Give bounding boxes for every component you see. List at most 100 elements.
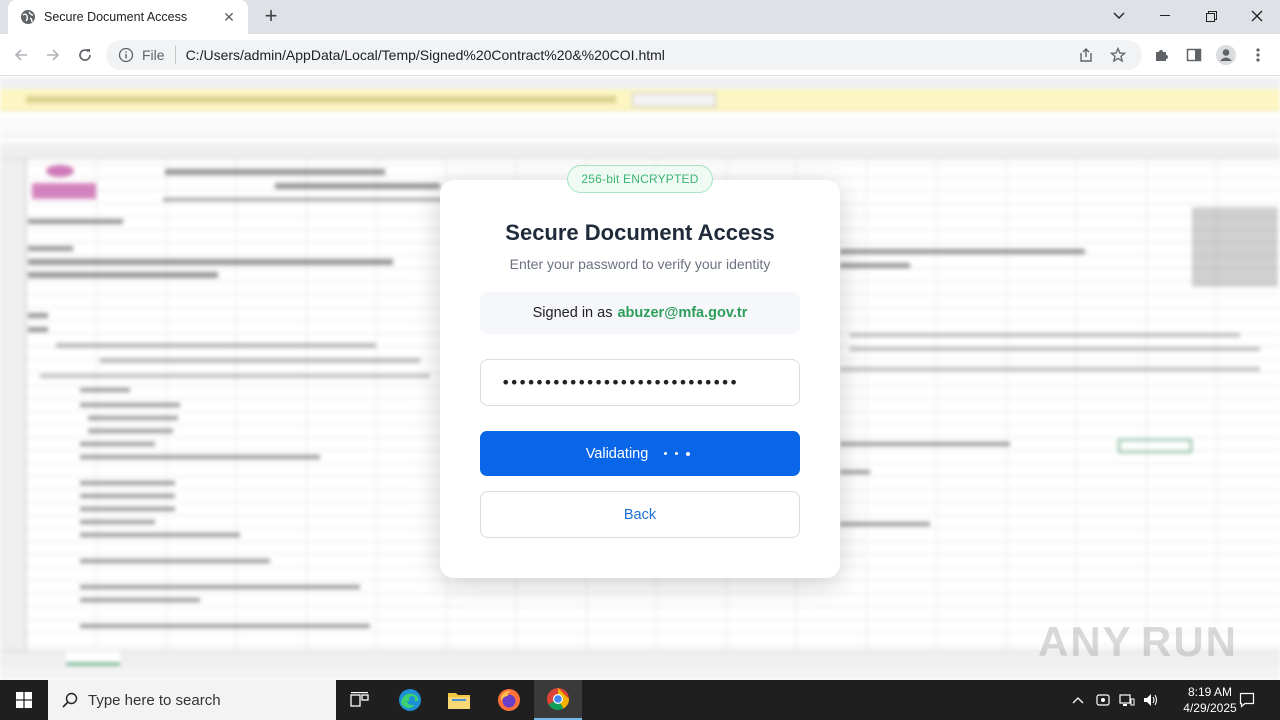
share-icon[interactable]	[1074, 43, 1098, 67]
protected-view-bar	[0, 89, 1280, 111]
browser-tab-bar: Secure Document Access ✕ +	[0, 0, 1280, 34]
text-blur	[28, 259, 393, 265]
loading-dots-icon	[660, 451, 694, 456]
password-input[interactable]	[480, 359, 800, 406]
formula-bar	[0, 117, 1280, 137]
text-blur	[28, 246, 73, 251]
extensions-puzzle-icon[interactable]	[1149, 42, 1175, 68]
text-blur	[80, 442, 155, 446]
browser-tab[interactable]: Secure Document Access ✕	[8, 0, 248, 34]
text-blur	[40, 374, 430, 378]
enable-editing-blur	[632, 93, 716, 107]
text-blur	[80, 388, 130, 392]
text-blur	[100, 358, 420, 363]
close-window-button[interactable]	[1234, 0, 1280, 32]
text-blur	[850, 333, 1240, 337]
reload-icon[interactable]	[72, 42, 98, 68]
url-scheme: File	[142, 47, 165, 63]
text-blur	[80, 507, 175, 511]
network-icon[interactable]	[1116, 680, 1138, 720]
restore-button[interactable]	[1188, 0, 1234, 32]
text-blur	[275, 183, 440, 189]
watermark-right: RUN	[1141, 618, 1238, 665]
tray-chevron-up-icon[interactable]	[1068, 680, 1088, 720]
text-blur	[80, 520, 155, 524]
text-blur	[80, 585, 360, 589]
chrome-icon[interactable]	[534, 680, 582, 720]
company-logo-blur	[32, 165, 96, 199]
encryption-badge: 256-bit ENCRYPTED	[567, 165, 713, 193]
tab-close-icon[interactable]: ✕	[220, 9, 238, 26]
text-blur	[28, 219, 123, 224]
text-blur	[80, 559, 270, 563]
firefox-icon[interactable]	[485, 680, 533, 720]
info-icon[interactable]	[118, 47, 134, 63]
globe-icon	[21, 10, 35, 24]
text-blur	[80, 598, 200, 602]
text-blur	[28, 272, 218, 278]
column-header-strip	[0, 143, 1280, 159]
text-blur	[88, 416, 178, 420]
text-blur	[80, 533, 240, 537]
signed-in-prefix: Signed in as	[532, 305, 613, 321]
search-icon	[62, 692, 78, 708]
text-blur	[840, 470, 870, 474]
selected-cell-blur	[1118, 439, 1192, 453]
text-blur	[840, 263, 910, 268]
validate-label: Validating	[585, 445, 649, 462]
watermark-left: ANY	[1038, 618, 1133, 665]
signed-in-email: abuzer@mfa.gov.tr	[617, 305, 748, 321]
file-explorer-icon[interactable]	[435, 680, 483, 720]
volume-icon[interactable]	[1140, 680, 1162, 720]
text-blur	[80, 403, 180, 407]
signed-in-box: Signed in as abuzer@mfa.gov.tr	[480, 292, 800, 334]
task-view-icon[interactable]	[336, 680, 384, 720]
text-blur	[56, 343, 376, 348]
taskbar-search-box[interactable]: Type here to search	[48, 680, 336, 720]
text-blur	[88, 429, 173, 433]
ribbon-strip	[0, 77, 1280, 89]
meet-now-icon[interactable]	[1092, 680, 1114, 720]
back-arrow-icon[interactable]	[8, 42, 34, 68]
edge-browser-icon[interactable]	[386, 680, 434, 720]
text-blur	[80, 494, 175, 498]
text-blur	[840, 522, 930, 526]
notifications-icon[interactable]	[1234, 680, 1260, 720]
profile-avatar-icon[interactable]	[1213, 42, 1239, 68]
more-menu-icon[interactable]	[1245, 42, 1271, 68]
address-bar[interactable]: File C:/Users/admin/AppData/Local/Temp/S…	[106, 40, 1142, 70]
tab-search-chevron-icon[interactable]	[1096, 0, 1142, 32]
protected-view-text-blur	[26, 96, 616, 103]
text-blur	[840, 442, 1010, 446]
forward-arrow-icon[interactable]	[40, 42, 66, 68]
modal-title: Secure Document Access	[505, 220, 775, 245]
anyrun-watermark: ANY RUN	[1038, 612, 1238, 672]
text-blur	[28, 313, 48, 318]
bookmark-star-icon[interactable]	[1106, 43, 1130, 67]
text-blur	[163, 198, 443, 201]
text-blur	[28, 327, 48, 332]
sheet-tab-blur	[66, 651, 120, 665]
text-blur	[165, 169, 385, 175]
tab-title: Secure Document Access	[44, 10, 188, 24]
text-blur	[80, 455, 320, 459]
url-separator	[174, 46, 176, 64]
minimize-button[interactable]	[1142, 0, 1188, 32]
row-header-strip	[0, 159, 26, 659]
back-button[interactable]: Back	[480, 491, 800, 538]
text-blur	[840, 367, 1260, 371]
windows-start-icon[interactable]	[0, 680, 48, 720]
url-text[interactable]: C:/Users/admin/AppData/Local/Temp/Signed…	[186, 47, 1066, 63]
side-panel-icon[interactable]	[1181, 42, 1207, 68]
modal-subtitle: Enter your password to verify your ident…	[509, 256, 771, 272]
new-tab-button[interactable]: +	[258, 4, 284, 30]
text-blur	[80, 624, 370, 628]
text-blur	[1192, 207, 1278, 287]
search-placeholder: Type here to search	[88, 691, 221, 709]
browser-toolbar: File C:/Users/admin/AppData/Local/Temp/S…	[0, 34, 1280, 76]
text-blur	[850, 347, 1260, 351]
text-blur	[840, 249, 1085, 254]
validate-button[interactable]: Validating	[480, 431, 800, 476]
windows-taskbar: Type here to search 8:19 AM 4/29/2025	[0, 680, 1280, 720]
text-blur	[80, 481, 175, 485]
